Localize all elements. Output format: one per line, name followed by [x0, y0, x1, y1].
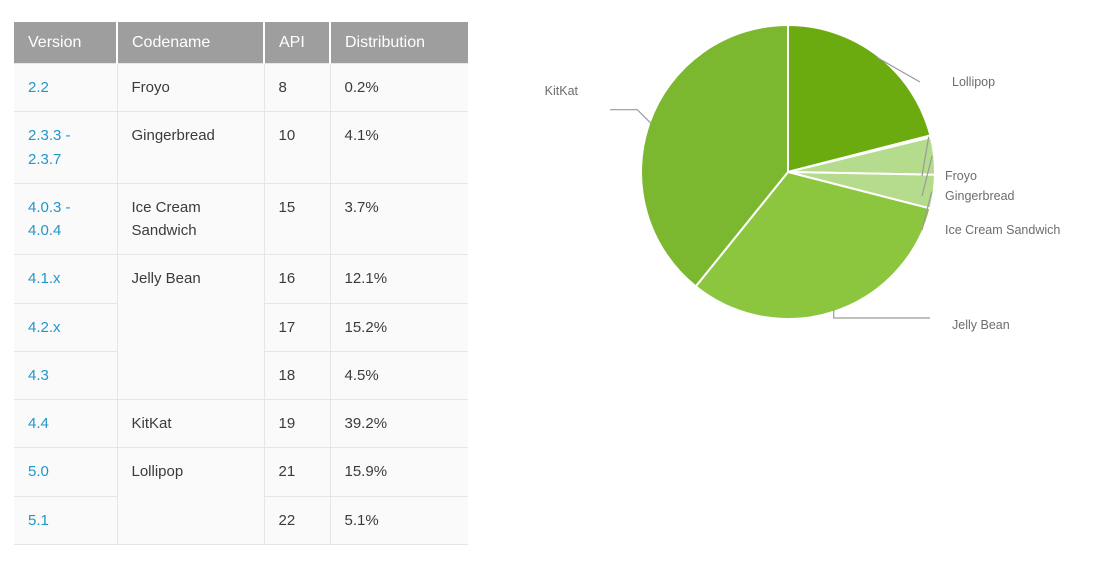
pie-label-lollipop: Lollipop [952, 75, 995, 89]
cell-version[interactable]: 4.2.x [14, 303, 118, 352]
pie-chart-svg: Lollipop Froyo Gingerbread Ice Cream Sandwi… [545, 23, 1060, 332]
table-row: 4.0.3 - 4.0.4 Ice Cream Sandwich 15 3.7% [14, 183, 468, 256]
cell-api: 22 [264, 496, 331, 545]
table-row: 4.4 KitKat 19 39.2% [14, 399, 468, 449]
cell-api: 21 [264, 447, 331, 497]
version-line: 2.2 [28, 79, 49, 97]
cell-distribution: 3.7% [330, 183, 468, 256]
column-header-distribution: Distribution [330, 22, 468, 64]
column-header-codename: Codename [117, 22, 265, 64]
cell-api: 19 [264, 399, 331, 449]
version-line: 2.3.3 - [28, 127, 71, 145]
table-body: 2.2 Froyo 8 0.2% 2.3.3 -2.3.7 Gingerbread 10 4.… [14, 63, 468, 545]
table-row: 2.2 Froyo 8 0.2% [14, 63, 468, 113]
cell-codename: Gingerbread [117, 111, 265, 184]
cell-codename: Jelly Bean [117, 254, 265, 401]
column-header-api: API [264, 22, 331, 64]
cell-api: 10 [264, 111, 331, 184]
pie-label-gingerbread: Gingerbread [945, 189, 1015, 203]
cell-distribution: 12.1% [330, 254, 468, 304]
cell-api: 16 [264, 254, 331, 304]
cell-api: 18 [264, 351, 331, 401]
pie-label-ice-cream-sandwich: Ice Cream Sandwich [945, 223, 1060, 237]
cell-version[interactable]: 4.1.x [14, 254, 118, 304]
cell-distribution: 39.2% [330, 399, 468, 449]
cell-distribution: 0.2% [330, 63, 468, 113]
cell-codename: Froyo [117, 63, 265, 113]
version-line: 5.1 [28, 511, 49, 529]
cell-distribution: 15.9% [330, 447, 468, 497]
version-distribution-pie-chart: Lollipop Froyo Gingerbread Ice Cream Sandwi… [490, 0, 1100, 400]
version-line: 4.2.x [28, 318, 61, 336]
pie-label-kitkat: KitKat [545, 84, 579, 98]
version-line: 2.3.7 [28, 150, 62, 168]
cell-version[interactable]: 5.1 [14, 496, 118, 545]
version-line: 5.0 [28, 463, 49, 481]
table-row: 4.1.x Jelly Bean 16 12.1% [14, 254, 468, 401]
pie-slices-group [640, 23, 936, 320]
cell-distribution: 4.1% [330, 111, 468, 184]
table-header-row: Version Codename API Distribution [14, 22, 468, 64]
cell-distribution: 5.1% [330, 496, 468, 545]
version-line: 4.0.3 - [28, 198, 71, 216]
pie-label-jelly-bean: Jelly Bean [952, 318, 1010, 332]
version-line: 4.0.4 [28, 222, 62, 240]
version-line: 4.1.x [28, 270, 61, 288]
cell-codename: Ice Cream Sandwich [117, 183, 265, 256]
cell-codename: KitKat [117, 399, 265, 449]
platform-versions-table: Version Codename API Distribution 2.2 Fro… [14, 22, 468, 545]
cell-api: 8 [264, 63, 331, 113]
cell-version[interactable]: 2.2 [14, 63, 118, 113]
cell-version[interactable]: 5.0 [14, 447, 118, 497]
pie-label-froyo: Froyo [945, 169, 977, 183]
cell-version[interactable]: 4.4 [14, 399, 118, 449]
leader-line-jelly-bean [833, 309, 930, 319]
cell-api: 17 [264, 303, 331, 352]
table-row: 2.3.3 - 2.3.7 Gingerbread 10 4.1% [14, 111, 468, 184]
cell-distribution: 4.5% [330, 351, 468, 401]
cell-distribution: 15.2% [330, 303, 468, 352]
column-header-version: Version [14, 22, 118, 64]
table-header: Version Codename API Distribution [14, 22, 468, 64]
cell-api: 15 [264, 183, 331, 256]
version-line: 4.4 [28, 415, 49, 433]
cell-version[interactable]: 4.0.3 - 4.0.4 [14, 183, 118, 256]
cell-version[interactable]: 2.3.3 - 2.3.7 [14, 111, 118, 184]
table-row: 5.0 Lollipop 21 15.9% [14, 447, 468, 545]
cell-codename: Lollipop [117, 447, 265, 545]
cell-version[interactable]: 4.3 [14, 351, 118, 401]
version-line: 4.3 [28, 366, 49, 384]
leader-line-kitkat [610, 109, 652, 125]
